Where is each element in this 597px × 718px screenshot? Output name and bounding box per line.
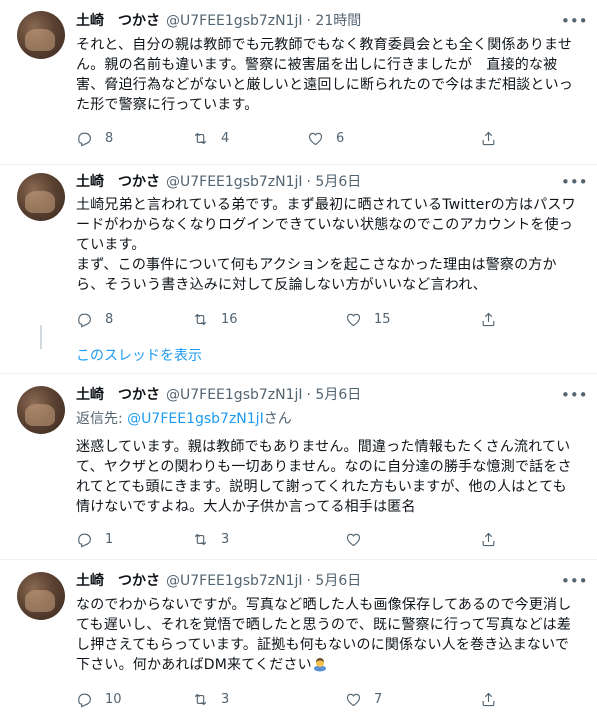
display-name[interactable]: 土崎 つかさ <box>76 387 160 403</box>
retweet-button[interactable]: 3 <box>192 528 229 550</box>
tweet[interactable]: 土崎 つかさ @U7FEE1gsb7zN1jI · 5月6日 ••• 土崎兄弟と言わ… <box>0 165 597 370</box>
retweet-button[interactable]: 16 <box>192 308 238 330</box>
retweet-count: 3 <box>221 691 230 707</box>
avatar[interactable] <box>17 572 65 620</box>
timestamp[interactable]: · 5月6日 <box>307 387 362 403</box>
show-thread-link[interactable]: このスレッドを表示 <box>76 346 202 366</box>
retweet-button[interactable]: 3 <box>192 688 229 710</box>
tweet-actions: 8 4 6 <box>76 127 556 149</box>
more-icon[interactable]: ••• <box>561 172 588 192</box>
tweet-actions: 10 3 7 <box>76 688 556 710</box>
reply-icon <box>78 313 91 327</box>
like-button[interactable]: 7 <box>345 688 382 710</box>
handle[interactable]: @U7FEE1gsb7zN1jI <box>166 13 303 29</box>
timestamp[interactable]: · 5月6日 <box>307 573 362 589</box>
retweet-count: 3 <box>221 531 230 547</box>
tweet-actions: 8 16 15 <box>76 308 556 330</box>
reply-icon <box>78 693 91 707</box>
reply-icon <box>78 132 91 146</box>
reply-count: 8 <box>105 130 114 146</box>
display-name[interactable]: 土崎 つかさ <box>76 174 160 190</box>
reply-button[interactable]: 10 <box>76 688 122 710</box>
retweet-count: 16 <box>221 311 238 327</box>
more-icon[interactable]: ••• <box>561 385 588 405</box>
share-icon <box>482 312 495 326</box>
retweet-icon <box>194 533 207 545</box>
reply-button[interactable]: 8 <box>76 308 113 330</box>
handle[interactable]: @U7FEE1gsb7zN1jI <box>166 387 303 403</box>
reply-button[interactable]: 1 <box>76 528 113 550</box>
reply-button[interactable]: 8 <box>76 127 113 149</box>
tweet[interactable]: 土崎 つかさ @U7FEE1gsb7zN1jI · 5月6日 ••• なのでわからな… <box>0 560 597 718</box>
retweet-count: 4 <box>221 130 230 146</box>
like-count: 6 <box>336 130 345 146</box>
display-name[interactable]: 土崎 つかさ <box>76 573 160 589</box>
share-button[interactable] <box>480 688 509 710</box>
share-icon <box>482 131 495 145</box>
retweet-icon <box>194 132 207 144</box>
timestamp[interactable]: · 5月6日 <box>307 174 362 190</box>
like-count: 7 <box>374 691 383 707</box>
like-button[interactable] <box>345 528 374 550</box>
share-icon <box>482 692 495 706</box>
retweet-icon <box>194 693 207 705</box>
tweet-text: 土崎兄弟と言われている弟です。まず最初に晒されているTwitterの方はパスワー… <box>76 197 576 293</box>
avatar[interactable] <box>17 173 65 221</box>
tweet-text: 迷惑しています。親は教師でもありません。間違った情報もたくさん流れていて、ヤクザ… <box>76 439 572 515</box>
share-button[interactable] <box>480 127 509 149</box>
person-bowing-emoji <box>313 658 326 672</box>
tweet[interactable]: 土崎 つかさ @U7FEE1gsb7zN1jI · 21時間 ••• それと、自分の… <box>0 0 597 164</box>
tweet-text: なのでわからないですが。写真など晒した人も画像保存してあるので今更消しても遅いし… <box>76 595 581 675</box>
share-button[interactable] <box>480 308 509 330</box>
handle[interactable]: @U7FEE1gsb7zN1jI <box>166 573 303 589</box>
reply-count: 8 <box>105 311 114 327</box>
reply-count: 1 <box>105 531 114 547</box>
reply-icon <box>78 533 91 547</box>
display-name[interactable]: 土崎 つかさ <box>76 13 160 29</box>
tweet-actions: 1 3 <box>76 528 556 550</box>
reply-context: 返信先: @U7FEE1gsb7zN1jIさん <box>76 409 292 429</box>
like-button[interactable]: 15 <box>345 308 391 330</box>
retweet-icon <box>194 313 207 325</box>
avatar[interactable] <box>17 11 65 59</box>
reply-to-label: 返信先: <box>76 411 128 427</box>
share-icon <box>482 532 495 546</box>
like-icon <box>346 693 361 706</box>
reply-count: 10 <box>105 691 122 707</box>
tweet-header: 土崎 つかさ @U7FEE1gsb7zN1jI · 5月6日 <box>76 385 361 405</box>
tweet-header: 土崎 つかさ @U7FEE1gsb7zN1jI · 21時間 <box>76 11 361 31</box>
tweet-header: 土崎 つかさ @U7FEE1gsb7zN1jI · 5月6日 <box>76 172 361 192</box>
handle[interactable]: @U7FEE1gsb7zN1jI <box>166 174 303 190</box>
thread-line <box>40 325 42 349</box>
more-icon[interactable]: ••• <box>561 571 588 591</box>
reply-to-mention[interactable]: @U7FEE1gsb7zN1jI <box>127 411 264 427</box>
reply-to-suffix: さん <box>263 411 292 427</box>
like-icon <box>346 313 361 326</box>
avatar[interactable] <box>17 386 65 434</box>
more-icon[interactable]: ••• <box>561 11 588 31</box>
like-button[interactable]: 6 <box>307 127 344 149</box>
tweet-header: 土崎 つかさ @U7FEE1gsb7zN1jI · 5月6日 <box>76 571 361 591</box>
like-icon <box>308 132 323 145</box>
timestamp[interactable]: · 21時間 <box>307 13 362 29</box>
like-count: 15 <box>374 311 391 327</box>
share-button[interactable] <box>480 528 509 550</box>
tweet[interactable]: 土崎 つかさ @U7FEE1gsb7zN1jI · 5月6日 ••• 返信先: @U… <box>0 374 597 558</box>
tweet-text: それと、自分の親は教師でも元教師でもなく教育委員会とも全く関係ありません。親の名… <box>76 37 573 113</box>
retweet-button[interactable]: 4 <box>192 127 229 149</box>
like-icon <box>346 533 361 546</box>
